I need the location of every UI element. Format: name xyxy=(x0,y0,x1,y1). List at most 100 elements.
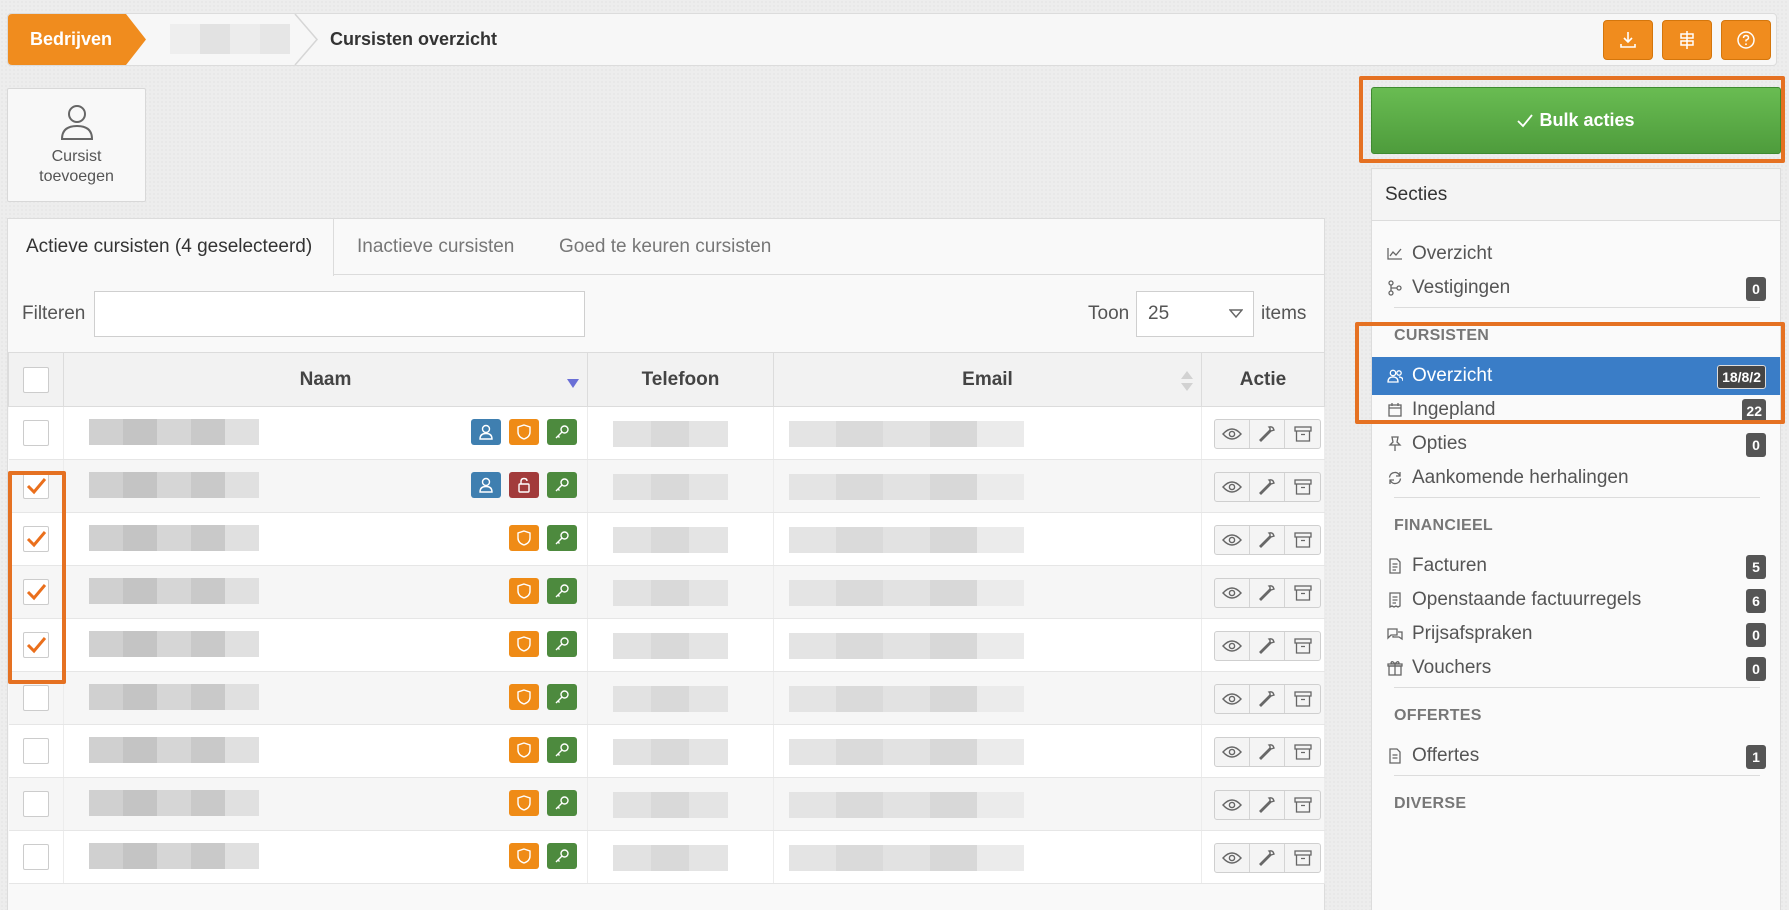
filter-input[interactable] xyxy=(94,291,585,337)
archive-icon[interactable] xyxy=(1285,526,1320,554)
name-redacted xyxy=(89,737,259,763)
table-row[interactable] xyxy=(8,671,1325,725)
phone-cell xyxy=(587,512,774,566)
shield-badge-icon[interactable] xyxy=(509,631,539,657)
add-student-button[interactable]: Cursist toevoegen xyxy=(7,88,146,202)
key-badge-icon[interactable] xyxy=(547,790,577,816)
sidebar-item-openstaande-factuurregels[interactable]: Openstaande factuurregels 6 xyxy=(1372,581,1780,619)
view-icon[interactable] xyxy=(1215,738,1250,766)
sidebar-item-facturen[interactable]: Facturen 5 xyxy=(1372,547,1780,585)
table-row[interactable] xyxy=(8,512,1325,566)
shield-badge-icon[interactable] xyxy=(509,684,539,710)
edit-wrench-icon[interactable] xyxy=(1250,579,1285,607)
row-checkbox[interactable] xyxy=(22,844,49,870)
shield-badge-icon[interactable] xyxy=(509,578,539,604)
shield-badge-icon[interactable] xyxy=(509,843,539,869)
name-cell xyxy=(63,512,588,566)
sidebar-item-overzicht[interactable]: Overzicht xyxy=(1372,235,1780,273)
sidebar-item-aankomende-herhalingen[interactable]: Aankomende herhalingen xyxy=(1372,459,1780,497)
table-row[interactable] xyxy=(8,618,1325,672)
edit-wrench-icon[interactable] xyxy=(1250,738,1285,766)
view-icon[interactable] xyxy=(1215,844,1250,872)
archive-icon[interactable] xyxy=(1285,685,1320,713)
select-all-checkbox[interactable] xyxy=(23,366,49,393)
archive-icon[interactable] xyxy=(1285,632,1320,660)
key-badge-icon[interactable] xyxy=(547,525,577,551)
view-icon[interactable] xyxy=(1215,526,1250,554)
row-checkbox[interactable] xyxy=(22,632,49,658)
view-icon[interactable] xyxy=(1215,473,1250,501)
row-checkbox[interactable] xyxy=(22,685,49,711)
archive-icon[interactable] xyxy=(1285,844,1320,872)
key-badge-icon[interactable] xyxy=(547,737,577,763)
row-checkbox[interactable] xyxy=(22,526,49,552)
shield-badge-icon[interactable] xyxy=(509,525,539,551)
archive-icon[interactable] xyxy=(1285,579,1320,607)
bulk-actions-button[interactable]: Bulk acties xyxy=(1371,87,1781,154)
user-badge-icon[interactable] xyxy=(471,419,501,445)
table-row[interactable] xyxy=(8,724,1325,778)
email-cell xyxy=(773,671,1202,725)
chevron-down-icon xyxy=(1229,309,1243,319)
download-button[interactable] xyxy=(1603,20,1653,60)
key-badge-icon[interactable] xyxy=(547,684,577,710)
key-badge-icon[interactable] xyxy=(547,472,577,498)
view-icon[interactable] xyxy=(1215,420,1250,448)
archive-icon[interactable] xyxy=(1285,791,1320,819)
table-row[interactable] xyxy=(8,777,1325,831)
tab-active-students[interactable]: Actieve cursisten (4 geselecteerd) xyxy=(8,219,334,276)
sort-icon[interactable] xyxy=(1181,370,1193,392)
archive-icon[interactable] xyxy=(1285,420,1320,448)
row-checkbox[interactable] xyxy=(22,791,49,817)
row-checkbox[interactable] xyxy=(22,473,49,499)
key-badge-icon[interactable] xyxy=(547,578,577,604)
shield-badge-icon[interactable] xyxy=(509,790,539,816)
edit-wrench-icon[interactable] xyxy=(1250,632,1285,660)
table-row[interactable] xyxy=(8,406,1325,460)
user-badge-icon[interactable] xyxy=(471,472,501,498)
table-row[interactable] xyxy=(8,830,1325,884)
row-checkbox[interactable] xyxy=(22,420,49,446)
view-icon[interactable] xyxy=(1215,579,1250,607)
edit-wrench-icon[interactable] xyxy=(1250,844,1285,872)
unlock-badge-icon[interactable] xyxy=(509,472,539,498)
key-badge-icon[interactable] xyxy=(547,419,577,445)
archive-icon[interactable] xyxy=(1285,473,1320,501)
sidebar-item-vestigingen[interactable]: Vestigingen 0 xyxy=(1372,269,1780,307)
edit-wrench-icon[interactable] xyxy=(1250,473,1285,501)
view-icon[interactable] xyxy=(1215,791,1250,819)
email-column-header[interactable]: Email xyxy=(773,352,1202,407)
sidebar-item-offertes[interactable]: Offertes 1 xyxy=(1372,737,1780,775)
page-size-select[interactable]: 25 xyxy=(1136,291,1254,337)
help-button[interactable] xyxy=(1721,20,1771,60)
tab-inactive-students[interactable]: Inactieve cursisten xyxy=(357,219,514,275)
row-checkbox[interactable] xyxy=(22,579,49,605)
breadcrumb-company-redacted[interactable] xyxy=(170,24,290,54)
shield-badge-icon[interactable] xyxy=(509,737,539,763)
sidebar-item-overzicht[interactable]: Overzicht 18/8/2 xyxy=(1372,357,1780,395)
edit-wrench-icon[interactable] xyxy=(1250,420,1285,448)
signpost-button[interactable] xyxy=(1662,20,1712,60)
table-row[interactable] xyxy=(8,459,1325,513)
key-badge-icon[interactable] xyxy=(547,843,577,869)
branch-icon xyxy=(1388,280,1402,296)
sidebar-item-vouchers[interactable]: Vouchers 0 xyxy=(1372,649,1780,687)
view-icon[interactable] xyxy=(1215,685,1250,713)
shield-badge-icon[interactable] xyxy=(509,419,539,445)
edit-wrench-icon[interactable] xyxy=(1250,791,1285,819)
sidebar-item-opties[interactable]: Opties 0 xyxy=(1372,425,1780,463)
name-column-header[interactable]: Naam xyxy=(63,352,588,407)
sidebar-item-ingepland[interactable]: Ingepland 22 xyxy=(1372,391,1780,429)
breadcrumb-home[interactable]: Bedrijven xyxy=(8,14,148,65)
edit-wrench-icon[interactable] xyxy=(1250,685,1285,713)
status-badges xyxy=(509,684,577,710)
sidebar-item-prijsafspraken[interactable]: Prijsafspraken 0 xyxy=(1372,615,1780,653)
row-checkbox[interactable] xyxy=(22,738,49,764)
sort-desc-icon[interactable] xyxy=(567,379,579,389)
tab-pending-students[interactable]: Goed te keuren cursisten xyxy=(559,219,771,275)
archive-icon[interactable] xyxy=(1285,738,1320,766)
key-badge-icon[interactable] xyxy=(547,631,577,657)
table-row[interactable] xyxy=(8,565,1325,619)
view-icon[interactable] xyxy=(1215,632,1250,660)
edit-wrench-icon[interactable] xyxy=(1250,526,1285,554)
